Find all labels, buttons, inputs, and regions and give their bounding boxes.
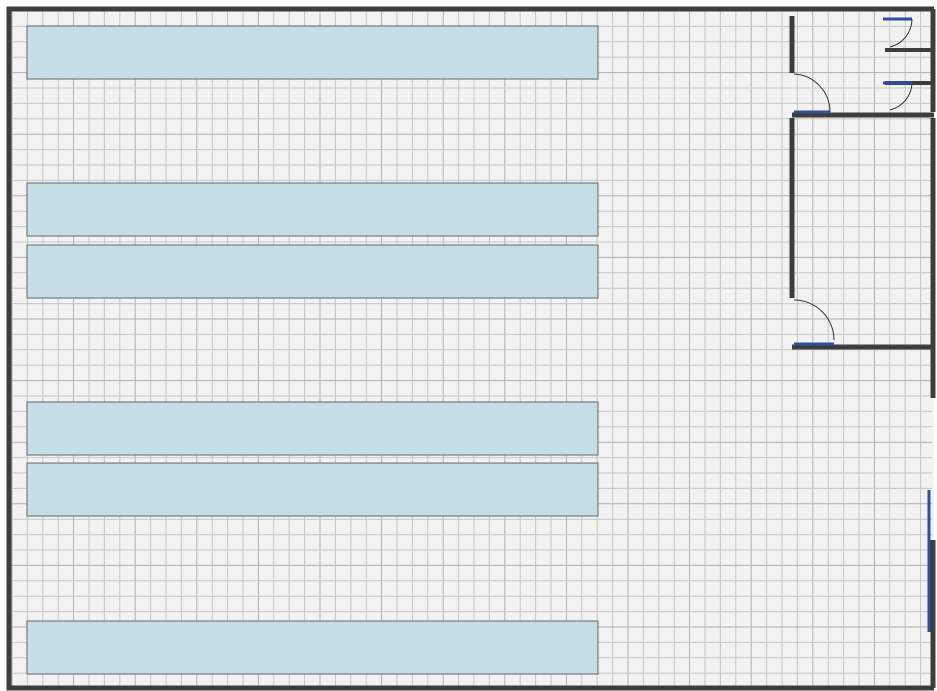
floor-plan-canvas: [6, 6, 936, 691]
desk-row-1: [26, 25, 599, 80]
desk-row-3: [26, 244, 599, 299]
desk-row-5: [26, 462, 599, 517]
desk-row-4: [26, 401, 599, 456]
desk-row-2: [26, 182, 599, 237]
floor-plan: [0, 0, 937, 691]
desk-row-6: [26, 620, 599, 675]
